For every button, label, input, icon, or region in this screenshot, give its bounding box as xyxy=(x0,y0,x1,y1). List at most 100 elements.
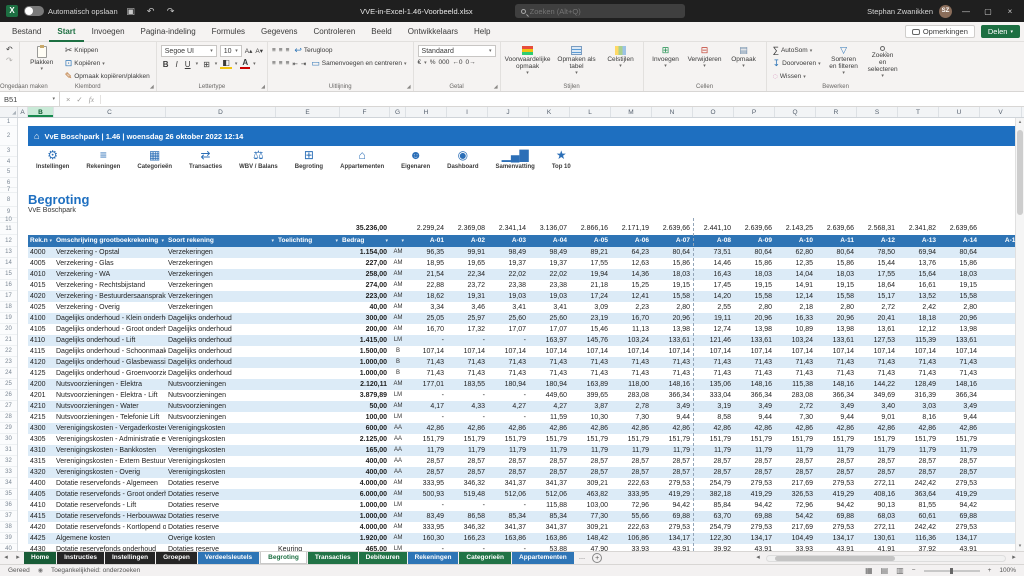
sheet-cell[interactable]: 15,17 xyxy=(857,291,898,302)
shrink-font-button[interactable]: A▾ xyxy=(255,47,263,55)
sheet-cell[interactable]: 43,91 xyxy=(652,544,693,551)
sheet-cell[interactable] xyxy=(18,544,28,551)
sheet-cell[interactable]: 71,43 xyxy=(447,357,488,368)
sheet-cell[interactable]: Verenigingskosten xyxy=(166,456,276,467)
sheet-cell[interactable] xyxy=(18,313,28,324)
sheet-cell[interactable]: LM xyxy=(390,500,406,511)
sheet-cell[interactable]: 42,86 xyxy=(488,423,529,434)
sheet-cell[interactable]: A-12 xyxy=(857,235,898,247)
sheet-cell[interactable]: 9,44 xyxy=(939,412,980,423)
redo-button[interactable]: ↷ xyxy=(4,56,15,65)
sheet-cell[interactable] xyxy=(276,401,340,412)
sheet-cell[interactable]: 11,79 xyxy=(652,445,693,456)
dialog-launcher-icon[interactable]: ◢ xyxy=(407,84,411,90)
sheet-cell[interactable]: 3,19 xyxy=(693,401,734,412)
sheet-cell[interactable]: 40,00 xyxy=(340,302,390,313)
sheet-prev-icon[interactable]: ◂ xyxy=(0,552,12,564)
sheet-cell[interactable]: 134,17 xyxy=(816,533,857,544)
sheet-cell[interactable]: 11,79 xyxy=(939,445,980,456)
sheet-cell[interactable]: 86,58 xyxy=(447,511,488,522)
row-number[interactable]: 17 xyxy=(0,291,17,302)
sheet-cell[interactable]: 333,95 xyxy=(611,489,652,500)
sheet-cell[interactable] xyxy=(18,223,28,235)
sheet-cell[interactable]: 145,76 xyxy=(570,335,611,346)
sheet-cell[interactable]: 15,58 xyxy=(734,291,775,302)
sheet-cell[interactable]: Verenigingskosten xyxy=(166,467,276,478)
column-letter[interactable]: H xyxy=(406,107,447,117)
increase-indent-button[interactable]: ⇥ xyxy=(301,60,306,68)
sheet-cell[interactable]: 3,87 xyxy=(570,401,611,412)
sheet-cell[interactable]: 25,05 xyxy=(406,313,447,324)
sheet-cell[interactable]: 309,21 xyxy=(570,522,611,533)
row-number[interactable]: 3 xyxy=(0,146,17,157)
sheet-cell[interactable] xyxy=(18,247,28,258)
sheet-cell[interactable]: 11,79 xyxy=(488,445,529,456)
empty-row[interactable] xyxy=(18,118,1022,126)
row-number[interactable]: 39 xyxy=(0,533,17,544)
clear-button[interactable]: ◌ Wissen ▾ xyxy=(771,71,823,82)
zoom-thumb[interactable] xyxy=(950,568,953,574)
sheet-cell[interactable]: 106,86 xyxy=(611,533,652,544)
sheet-cell[interactable]: 346,32 xyxy=(447,478,488,489)
decrease-indent-button[interactable]: ⇤ xyxy=(292,60,297,68)
cell-a[interactable] xyxy=(18,207,28,218)
sheet-cell[interactable]: 121,46 xyxy=(693,335,734,346)
column-letter[interactable]: L xyxy=(570,107,611,117)
increase-decimal-button[interactable]: 0→ xyxy=(465,59,475,66)
sheet-cell[interactable]: 13,61 xyxy=(857,324,898,335)
sheet-cell[interactable]: 151,79 xyxy=(775,434,816,445)
sheet-cell[interactable]: AM xyxy=(390,522,406,533)
nav-item-arrows[interactable]: ⇄Transacties xyxy=(189,149,222,185)
sheet-cell[interactable]: 47,90 xyxy=(570,544,611,551)
sheet-cell[interactable]: 42,86 xyxy=(734,423,775,434)
sheet-cell[interactable]: 85,34 xyxy=(529,511,570,522)
sheet-cell[interactable]: 4405 xyxy=(28,489,54,500)
sheet-cell[interactable]: 107,14 xyxy=(447,346,488,357)
sheet-cell[interactable]: 177,01 xyxy=(406,379,447,390)
wrap-text-button[interactable]: ↩ Terugloop xyxy=(292,45,334,56)
sheet-cell[interactable]: 2,80 xyxy=(652,302,693,313)
sheet-cell[interactable] xyxy=(276,247,340,258)
sheet-cell[interactable]: 13,76 xyxy=(898,258,939,269)
sheet-cell[interactable] xyxy=(276,379,340,390)
sheet-cell[interactable]: 399,65 xyxy=(570,390,611,401)
font-color-button[interactable]: A xyxy=(240,59,250,69)
sheet-cell[interactable]: 42,86 xyxy=(406,423,447,434)
sheet-cell[interactable]: 18,03 xyxy=(652,269,693,280)
sheet-cell[interactable]: 28,57 xyxy=(570,456,611,467)
sheet-cell[interactable] xyxy=(18,412,28,423)
sheet-cell[interactable]: 11,79 xyxy=(406,445,447,456)
filter-icon[interactable]: ▾ xyxy=(48,235,52,247)
sheet-cell[interactable] xyxy=(276,423,340,434)
sheet-cell[interactable]: 163,86 xyxy=(529,533,570,544)
sheet-cell[interactable]: 3,46 xyxy=(447,302,488,313)
sheet-cell[interactable]: 28,57 xyxy=(898,467,939,478)
sheet-cell[interactable]: 346,32 xyxy=(447,522,488,533)
row-number[interactable]: 5 xyxy=(0,167,17,178)
sheet-cell[interactable]: 23,38 xyxy=(488,280,529,291)
sheet-cell[interactable]: A-04 xyxy=(529,235,570,247)
ribbon-tab-controleren[interactable]: Controleren xyxy=(305,22,363,42)
sheet-cell[interactable]: Keuring xyxy=(276,544,340,551)
sheet-cell[interactable]: 77,30 xyxy=(570,511,611,522)
sheet-cell[interactable]: 134,17 xyxy=(652,533,693,544)
sheet-cell[interactable]: 2.171,19 xyxy=(611,223,652,235)
sheet-cell[interactable]: 283,08 xyxy=(775,390,816,401)
sheet-cell[interactable]: 42,86 xyxy=(898,423,939,434)
row-number[interactable]: 29 xyxy=(0,423,17,434)
sheet-cell[interactable]: 28,57 xyxy=(447,456,488,467)
undo-icon[interactable]: ↶ xyxy=(144,6,158,17)
sheet-cell[interactable]: 17,32 xyxy=(447,324,488,335)
sheet-cell[interactable]: Nutsvoorzieningen - Telefonie Lift xyxy=(54,412,166,423)
font-size-select[interactable]: 10 ▾ xyxy=(220,45,242,57)
search-box[interactable] xyxy=(515,4,685,18)
sheet-cell[interactable]: 4215 xyxy=(28,412,54,423)
sheet-cell[interactable]: 3.879,89 xyxy=(340,390,390,401)
sheet-cell[interactable]: 4400 xyxy=(28,478,54,489)
ribbon-tab-gegevens[interactable]: Gegevens xyxy=(253,22,305,42)
sheet-cell[interactable]: 4.000,00 xyxy=(340,522,390,533)
sheet-cell[interactable]: 33,93 xyxy=(611,544,652,551)
sheet-cell[interactable]: 15,86 xyxy=(652,258,693,269)
sheet-cell[interactable]: 4,27 xyxy=(529,401,570,412)
sheet-cell[interactable]: 20,96 xyxy=(816,313,857,324)
